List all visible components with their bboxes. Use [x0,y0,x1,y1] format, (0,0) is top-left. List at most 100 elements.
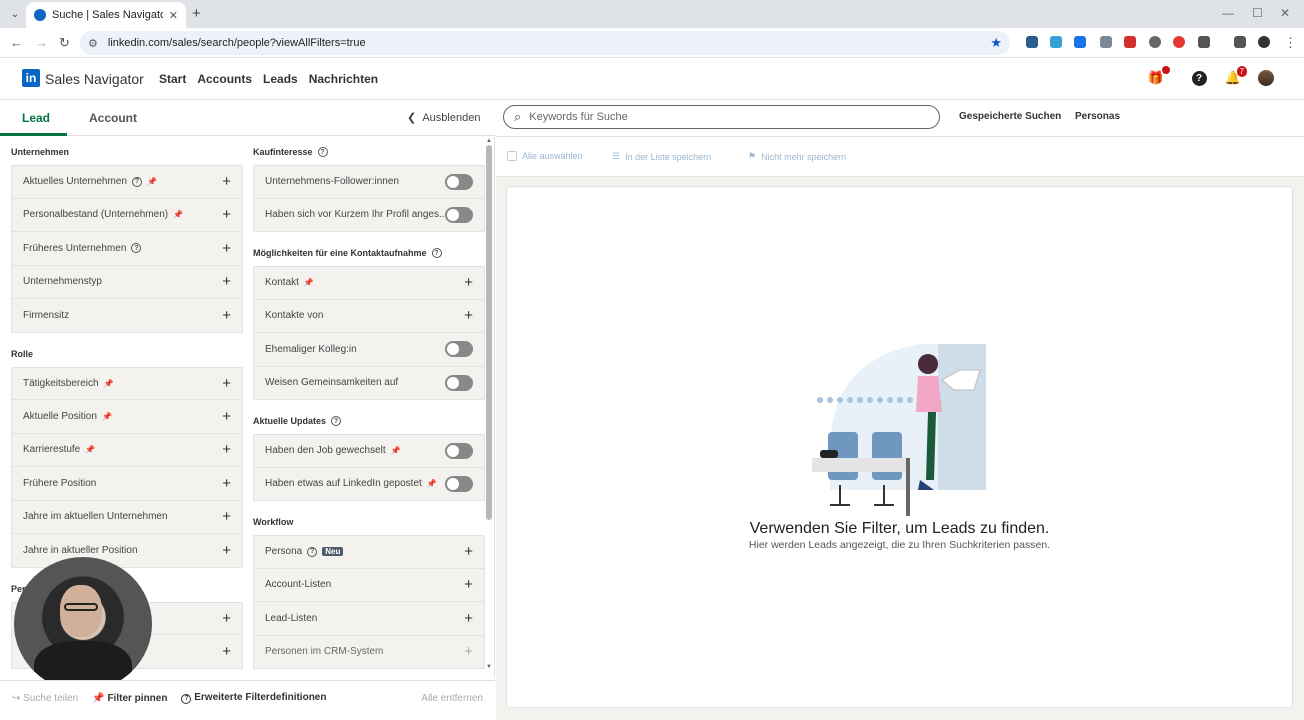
filter-personen-im-crm-system[interactable]: Personen im CRM-System + [253,635,485,669]
linkedin-logo-icon[interactable]: in [22,69,40,87]
user-avatar[interactable] [1258,70,1274,86]
add-icon[interactable]: + [222,241,231,256]
pin-icon[interactable]: 📌 [85,445,95,454]
minimize-icon[interactable]: — [1222,6,1234,20]
pin-icon[interactable]: 📌 [173,210,183,219]
nav-accounts[interactable]: Accounts [197,72,252,86]
filter-haben-sich-vor-kurzem-ihr-profil-anges[interactable]: Haben sich vor Kurzem Ihr Profil anges..… [253,198,485,232]
new-tab-icon[interactable]: + [192,5,201,22]
add-icon[interactable]: + [222,442,231,457]
filter-früheres-unternehmen[interactable]: Früheres Unternehmen? + [11,232,243,266]
filter-weisen-gemeinsamkeiten-auf[interactable]: Weisen Gemeinsamkeiten auf [253,366,485,400]
pin-icon[interactable]: 📌 [102,412,112,421]
pin-icon[interactable]: 📌 [104,379,114,388]
address-bar[interactable]: ⚙ linkedin.com/sales/search/people?viewA… [80,31,1010,55]
add-icon[interactable]: + [464,577,473,592]
nav-start[interactable]: Start [159,72,186,86]
toggle-switch[interactable] [445,173,473,190]
add-icon[interactable]: + [222,409,231,424]
clear-all-button[interactable]: Alle entfernen [421,693,483,704]
extension-icon[interactable] [1100,36,1112,48]
extension-icon[interactable] [1074,36,1086,48]
gift-icon[interactable]: 🎁 [1148,66,1170,86]
pin-filters-button[interactable]: 📌 Filter pinnen [92,693,167,704]
share-search-button[interactable]: ↪ Suche teilen [12,693,78,704]
filter-ehemaliger-kolleg-in[interactable]: Ehemaliger Kolleg:in [253,333,485,367]
help-icon[interactable]: ? [431,248,442,258]
add-icon[interactable]: + [222,611,231,626]
tab-search-icon[interactable]: ⌄ [6,5,24,23]
add-icon[interactable]: + [464,611,473,626]
bookmark-star-icon[interactable]: ★ [990,35,1002,51]
pin-icon[interactable]: 📌 [427,479,437,488]
add-icon[interactable]: + [222,207,231,222]
add-icon[interactable]: + [464,644,473,659]
toggle-switch[interactable] [445,341,473,358]
filter-jahre-im-aktuellen-unternehmen[interactable]: Jahre im aktuellen Unternehmen + [11,500,243,534]
add-icon[interactable]: + [222,308,231,323]
window-close-icon[interactable]: ✕ [1280,6,1290,20]
back-icon[interactable]: ← [10,35,23,50]
add-icon[interactable]: + [464,544,473,559]
forward-icon[interactable]: → [35,35,48,50]
reading-list-icon[interactable] [1234,36,1246,48]
filter-lead-listen[interactable]: Lead-Listen + [253,602,485,636]
browser-menu-icon[interactable]: ⋮ [1284,35,1297,51]
scroll-down-icon[interactable]: ▼ [486,664,492,670]
add-icon[interactable]: + [222,476,231,491]
reload-icon[interactable]: ↻ [59,35,70,51]
toggle-switch[interactable] [445,206,473,223]
filter-karrierestufe[interactable]: Karrierestufe 📌 + [11,433,243,467]
microphone-icon[interactable] [1149,36,1161,48]
pin-icon[interactable]: 📌 [391,446,401,455]
add-icon[interactable]: + [464,275,473,290]
personas-link[interactable]: Personas [1075,111,1120,122]
filter-haben-den-job-gewechselt[interactable]: Haben den Job gewechselt 📌 [253,434,485,468]
browser-tab[interactable]: Suche | Sales Navigator ✕ [26,2,186,28]
extension-icon[interactable] [1026,36,1038,48]
tab-account[interactable]: Account [89,111,137,125]
maximize-icon[interactable]: ☐ [1252,6,1263,20]
filter-tätigkeitsbereich[interactable]: Tätigkeitsbereich 📌 + [11,366,243,400]
help-icon[interactable]: ? [1191,70,1207,86]
filter-account-listen[interactable]: Account-Listen + [253,568,485,602]
unsave-button[interactable]: ⚑ Nicht mehr speichern [748,151,846,162]
filter-haben-etwas-auf-linkedin-gepostet[interactable]: Haben etwas auf LinkedIn gepostet 📌 [253,467,485,501]
select-all-checkbox[interactable]: Alle auswählen [507,151,583,161]
extension-icon[interactable] [1124,36,1136,48]
hide-filters-button[interactable]: ❮ Ausblenden [407,111,480,124]
saved-searches-link[interactable]: Gespeicherte Suchen [959,111,1061,122]
help-icon[interactable]: ? [331,416,342,426]
extension-icon[interactable] [1173,36,1185,48]
extensions-puzzle-icon[interactable] [1198,36,1210,48]
nav-messages[interactable]: Nachrichten [309,72,378,86]
save-to-list-button[interactable]: ☰ In der Liste speichern [612,151,711,162]
add-icon[interactable]: + [222,543,231,558]
pin-icon[interactable]: 📌 [147,177,157,186]
help-icon[interactable]: ? [131,176,142,187]
toggle-switch[interactable] [445,442,473,459]
notifications-bell-icon[interactable]: 🔔 7 [1225,66,1247,86]
profile-icon[interactable] [1258,36,1270,48]
filter-persona[interactable]: Persona? Neu + [253,535,485,569]
add-icon[interactable]: + [222,644,231,659]
filter-unternehmens-follower-innen[interactable]: Unternehmens-Follower:innen [253,165,485,199]
tab-lead[interactable]: Lead [22,111,50,125]
help-icon[interactable]: ? [307,546,318,557]
site-info-icon[interactable]: ⚙ [88,37,98,50]
pin-icon[interactable]: 📌 [304,278,314,287]
filter-kontakte-von[interactable]: Kontakte von + [253,299,485,333]
filter-personalbestand-unternehmen[interactable]: Personalbestand (Unternehmen) 📌 + [11,198,243,232]
help-icon[interactable]: ? [131,243,142,254]
add-icon[interactable]: + [222,509,231,524]
filter-definitions-button[interactable]: ? Erweiterte Filterdefinitionen [181,692,326,704]
help-icon[interactable]: ? [317,147,328,157]
keyword-search[interactable]: ⌕ [503,105,940,129]
add-icon[interactable]: + [222,376,231,391]
add-icon[interactable]: + [222,174,231,189]
nav-leads[interactable]: Leads [263,72,298,86]
filter-kontakt[interactable]: Kontakt 📌 + [253,266,485,300]
filter-frühere-position[interactable]: Frühere Position + [11,467,243,501]
extension-icon[interactable] [1050,36,1062,48]
tab-close-icon[interactable]: ✕ [169,9,178,22]
